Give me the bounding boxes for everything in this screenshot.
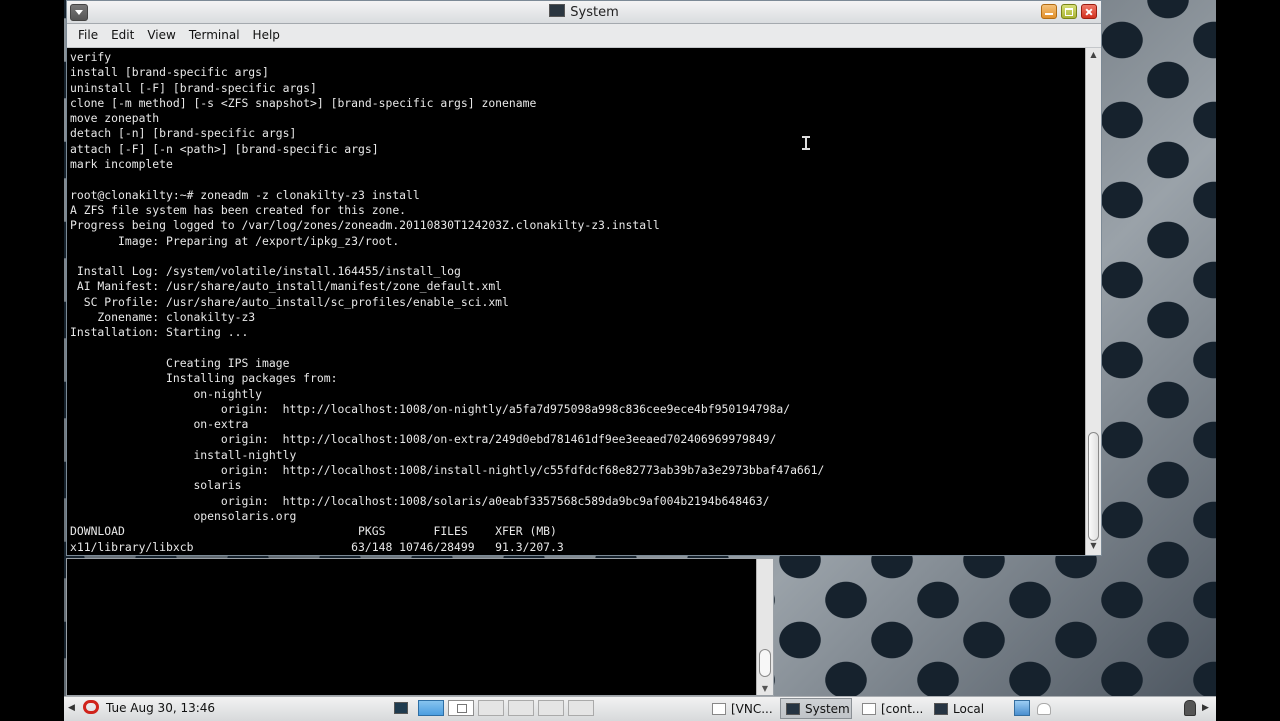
task-label: System [805, 702, 850, 716]
task-cont[interactable]: [cont... [856, 698, 926, 719]
scrollbar-thumb[interactable] [1088, 432, 1099, 541]
workspace-3-icon[interactable] [478, 700, 504, 716]
menu-edit[interactable]: Edit [106, 24, 139, 42]
scrollbar-thumb[interactable] [759, 649, 771, 677]
task-system[interactable]: System [780, 698, 852, 719]
background-terminal-window[interactable]: ▼ [66, 558, 774, 696]
task-local[interactable]: Local [928, 698, 1002, 719]
menu-terminal[interactable]: Terminal [184, 24, 245, 42]
background-terminal-scrollbar[interactable]: ▼ [756, 559, 773, 695]
menubar: File Edit View Terminal Help [67, 24, 1101, 48]
oracle-logo-icon[interactable] [83, 700, 99, 714]
window-titlebar[interactable]: System [67, 1, 1101, 24]
terminal-icon [549, 4, 566, 17]
window-title: System [67, 4, 1101, 20]
trash-icon[interactable] [1184, 700, 1196, 716]
show-desktop-icon[interactable] [394, 702, 408, 714]
window-icon [862, 703, 876, 715]
scroll-down-arrow-icon[interactable]: ▼ [757, 684, 773, 693]
workspace-6-icon[interactable] [568, 700, 594, 716]
menu-help[interactable]: Help [248, 24, 285, 42]
workspace-1-icon[interactable] [418, 700, 444, 716]
terminal-window[interactable]: System File Edit View Terminal Help verify i… [66, 0, 1102, 556]
taskbar-scroll-left-icon[interactable]: ◀ [68, 703, 75, 713]
maximize-button[interactable] [1061, 4, 1077, 19]
terminal-output[interactable]: verify install [brand-specific args] uni… [67, 48, 1085, 555]
network-tray-icon[interactable] [1014, 700, 1030, 716]
task-label: [cont... [881, 702, 924, 716]
minimize-button[interactable] [1041, 4, 1057, 19]
task-label: Local [953, 702, 985, 716]
task-label: [VNC... [731, 702, 773, 716]
terminal-scrollbar[interactable]: ▲ ▼ [1085, 48, 1101, 555]
scroll-down-arrow-icon[interactable]: ▼ [1086, 541, 1101, 553]
menu-view[interactable]: View [142, 24, 180, 42]
letterbox-right [1216, 0, 1280, 720]
update-tray-icon[interactable] [1037, 703, 1051, 715]
letterbox-left [0, 0, 64, 720]
window-icon [712, 703, 726, 715]
menu-file[interactable]: File [73, 24, 103, 42]
taskbar-scroll-right-icon[interactable]: ▶ [1202, 703, 1209, 713]
workspace-4-icon[interactable] [508, 700, 534, 716]
terminal-text: verify install [brand-specific args] uni… [70, 50, 825, 554]
task-vnc[interactable]: [VNC... [706, 698, 778, 719]
window-title-text: System [570, 5, 619, 20]
text-cursor-icon [802, 136, 810, 150]
workspace-5-icon[interactable] [538, 700, 564, 716]
scroll-up-arrow-icon[interactable]: ▲ [1086, 50, 1101, 62]
clock[interactable]: Tue Aug 30, 13:46 [106, 701, 215, 715]
workspace-2-icon[interactable] [448, 700, 474, 716]
terminal-icon [934, 703, 948, 715]
terminal-icon [786, 703, 800, 715]
taskbar: ◀ Tue Aug 30, 13:46 [VNC... System [cont… [64, 696, 1216, 721]
close-button[interactable] [1081, 4, 1097, 19]
